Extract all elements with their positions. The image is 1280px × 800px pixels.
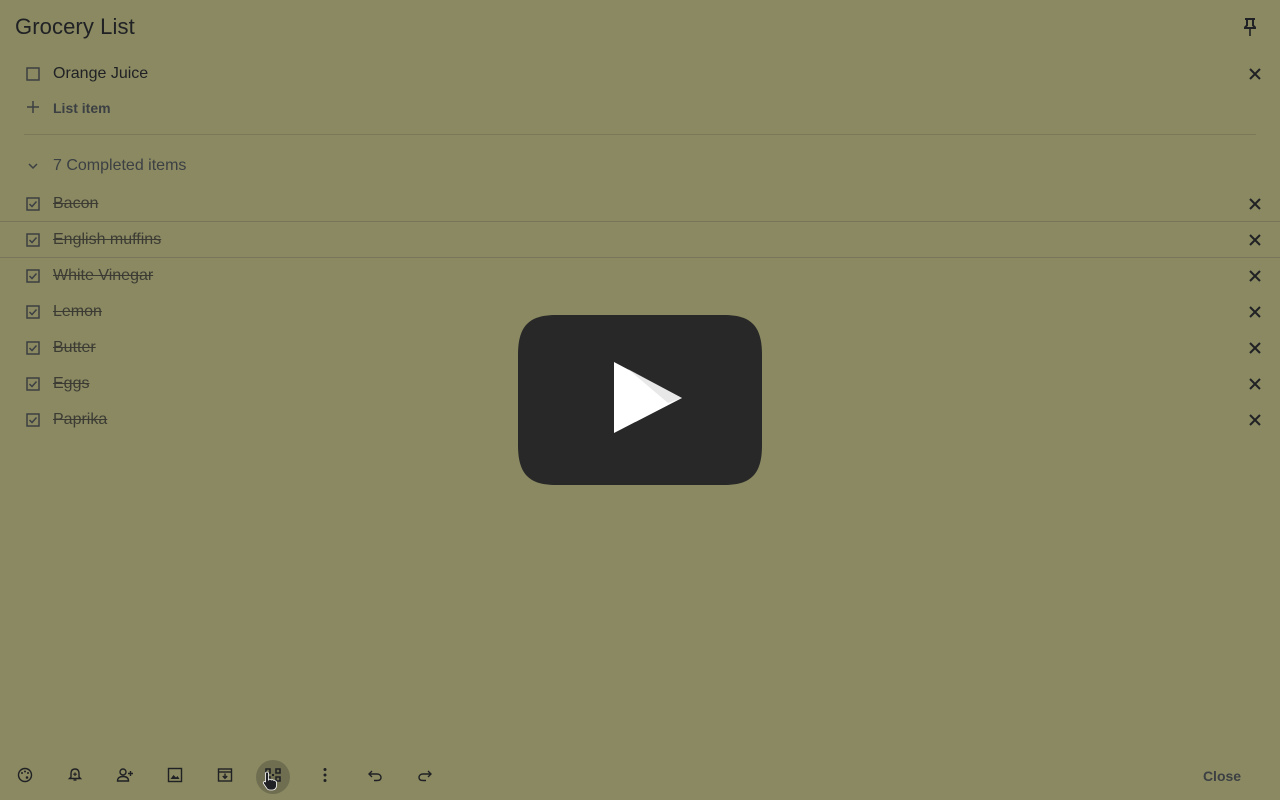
close-button[interactable]: Close <box>1188 768 1256 788</box>
add-item-placeholder[interactable]: List item <box>53 100 111 116</box>
completed-list-item[interactable]: Bacon <box>0 186 1280 222</box>
more-options-button[interactable] <box>308 760 342 794</box>
delete-icon[interactable] <box>1247 376 1263 392</box>
delete-icon[interactable] <box>1247 196 1263 212</box>
completed-item-label[interactable]: Bacon <box>53 195 98 213</box>
delete-icon[interactable] <box>1247 412 1263 428</box>
completed-items-header: 7 Completed items <box>53 157 187 174</box>
delete-icon[interactable] <box>1247 340 1263 356</box>
completed-list-item[interactable]: English muffins <box>0 221 1280 258</box>
checkbox-checked-icon[interactable] <box>26 341 40 355</box>
archive-button[interactable] <box>208 760 242 794</box>
plus-icon <box>25 99 41 115</box>
collaborator-button[interactable] <box>108 760 142 794</box>
completed-list-item[interactable]: White Vinegar <box>0 258 1280 294</box>
archive-icon <box>217 767 233 788</box>
redo-icon <box>417 767 433 788</box>
completed-item-label[interactable]: Butter <box>53 339 96 357</box>
palette-icon <box>17 767 33 788</box>
checkbox-checked-icon[interactable] <box>26 269 40 283</box>
checkbox-checked-icon[interactable] <box>26 413 40 427</box>
checkbox-checked-icon[interactable] <box>26 305 40 319</box>
completed-item-label[interactable]: White Vinegar <box>53 267 153 285</box>
add-image-button[interactable] <box>158 760 192 794</box>
list-item-label[interactable]: Orange Juice <box>53 65 148 83</box>
checkbox-checked-icon[interactable] <box>26 377 40 391</box>
delete-icon[interactable] <box>1247 268 1263 284</box>
divider <box>24 134 1256 135</box>
remind-me-button[interactable] <box>58 760 92 794</box>
redo-button[interactable] <box>408 760 442 794</box>
undo-button[interactable] <box>358 760 392 794</box>
completed-item-label[interactable]: Lemon <box>53 303 102 321</box>
hand-cursor-icon <box>262 771 278 791</box>
checkbox-checked-icon[interactable] <box>26 197 40 211</box>
add-list-item[interactable]: List item <box>0 94 400 122</box>
chevron-down-icon[interactable] <box>26 159 40 173</box>
pin-icon[interactable] <box>1238 16 1262 40</box>
delete-icon[interactable] <box>1247 66 1263 82</box>
checkbox-unchecked-icon[interactable] <box>26 67 40 81</box>
delete-icon[interactable] <box>1247 304 1263 320</box>
delete-icon[interactable] <box>1247 232 1263 248</box>
undo-icon <box>367 767 383 788</box>
person-add-icon <box>116 767 134 788</box>
checkbox-checked-icon[interactable] <box>26 233 40 247</box>
image-icon <box>167 767 183 788</box>
completed-item-label[interactable]: English muffins <box>53 231 161 249</box>
list-item[interactable]: Orange Juice <box>0 56 1280 92</box>
note-title[interactable]: Grocery List <box>15 14 135 40</box>
more-vert-icon <box>317 767 333 788</box>
video-play-button[interactable] <box>516 313 764 487</box>
note-toolbar: Close <box>0 758 1280 798</box>
completed-items-toggle[interactable]: 7 Completed items <box>0 152 400 180</box>
bell-plus-icon <box>67 767 83 788</box>
completed-item-label[interactable]: Paprika <box>53 411 107 429</box>
completed-item-label[interactable]: Eggs <box>53 375 89 393</box>
background-options-button[interactable] <box>8 760 42 794</box>
